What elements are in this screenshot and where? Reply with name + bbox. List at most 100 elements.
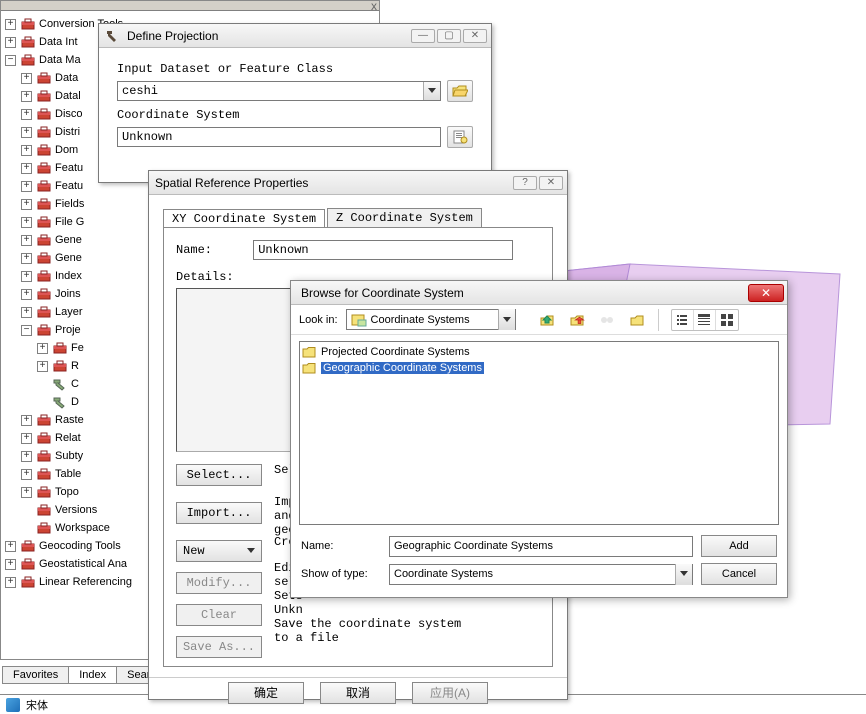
close-button[interactable]: ✕ bbox=[539, 176, 563, 190]
new-folder-icon[interactable] bbox=[626, 309, 648, 331]
expand-toggle[interactable]: + bbox=[21, 109, 32, 120]
chevron-down-icon[interactable] bbox=[675, 564, 692, 585]
hammer-icon bbox=[105, 28, 121, 44]
tree-item-label: Raste bbox=[55, 414, 84, 426]
expand-toggle[interactable]: + bbox=[21, 91, 32, 102]
define-projection-dialog: Define Projection — ▢ ✕ Input Dataset or… bbox=[98, 23, 492, 183]
properties-icon[interactable] bbox=[447, 126, 473, 148]
tree-item-label: Index bbox=[55, 270, 82, 282]
expand-toggle[interactable]: + bbox=[21, 199, 32, 210]
toolbox-icon bbox=[20, 557, 36, 571]
lookin-combo[interactable]: Coordinate Systems bbox=[346, 309, 516, 330]
expand-toggle[interactable]: + bbox=[5, 19, 16, 30]
expand-toggle[interactable]: − bbox=[21, 325, 32, 336]
clear-button: Clear bbox=[176, 604, 262, 626]
import-button[interactable]: Import... bbox=[176, 502, 262, 524]
expand-toggle[interactable]: + bbox=[21, 289, 32, 300]
expand-toggle[interactable]: + bbox=[21, 433, 32, 444]
expand-toggle[interactable]: + bbox=[21, 181, 32, 192]
expand-toggle[interactable]: + bbox=[37, 361, 48, 372]
cancel-button[interactable]: Cancel bbox=[701, 563, 777, 585]
tree-item-label: Fields bbox=[55, 198, 84, 210]
tree-item-label: Joins bbox=[55, 288, 81, 300]
chevron-down-icon[interactable] bbox=[498, 309, 515, 330]
button-column: Select... Import... New Modify... Clear … bbox=[176, 464, 262, 658]
toolbox-icon bbox=[36, 287, 52, 301]
input-dataset-combo[interactable]: ceshi bbox=[117, 81, 441, 101]
tree-item-label: Data Ma bbox=[39, 54, 81, 66]
list-item[interactable]: Projected Coordinate Systems bbox=[302, 344, 776, 360]
expand-toggle[interactable]: + bbox=[21, 73, 32, 84]
toolbox-icon bbox=[36, 521, 52, 535]
file-list: Projected Coordinate Systems Geographic C… bbox=[299, 341, 779, 525]
browse-dialog: Browse for Coordinate System ✕ Look in: … bbox=[290, 280, 788, 598]
minimize-button[interactable]: — bbox=[411, 29, 435, 43]
tab-z-cs[interactable]: Z Coordinate System bbox=[327, 208, 482, 227]
name-input[interactable] bbox=[253, 240, 513, 260]
tree-item-label: Featu bbox=[55, 180, 83, 192]
close-button[interactable]: ✕ bbox=[463, 29, 487, 43]
tree-item-label: Proje bbox=[55, 324, 81, 336]
add-button[interactable]: Add bbox=[701, 535, 777, 557]
toolbox-icon bbox=[36, 467, 52, 481]
tree-item-label: Dom bbox=[55, 144, 78, 156]
modify-button: Modify... bbox=[176, 572, 262, 594]
expand-toggle[interactable]: + bbox=[5, 577, 16, 588]
name-input[interactable] bbox=[389, 536, 693, 557]
coord-system-value[interactable]: Unknown bbox=[117, 127, 441, 147]
expand-toggle[interactable]: + bbox=[21, 145, 32, 156]
close-button[interactable]: ✕ bbox=[748, 284, 784, 302]
maximize-button[interactable]: ▢ bbox=[437, 29, 461, 43]
toolbox-icon bbox=[36, 305, 52, 319]
view-buttons bbox=[671, 309, 739, 331]
new-button[interactable]: New bbox=[176, 540, 262, 562]
showtype-label: Show of type: bbox=[301, 568, 381, 580]
expand-toggle[interactable]: + bbox=[5, 541, 16, 552]
select-button[interactable]: Select... bbox=[176, 464, 262, 486]
tree-item-label: File G bbox=[55, 216, 84, 228]
expand-toggle[interactable]: + bbox=[21, 487, 32, 498]
open-file-icon[interactable] bbox=[447, 80, 473, 102]
expand-toggle[interactable]: + bbox=[5, 559, 16, 570]
view-details-icon[interactable] bbox=[694, 310, 716, 330]
help-saveas: Save the coordinate system to a file bbox=[274, 618, 540, 646]
ok-button[interactable]: 确定 bbox=[228, 682, 304, 704]
expand-toggle[interactable]: − bbox=[5, 55, 16, 66]
toolbox-icon bbox=[36, 89, 52, 103]
tree-item-label: Versions bbox=[55, 504, 97, 516]
toolbox-icon bbox=[52, 341, 68, 355]
expand-toggle[interactable]: + bbox=[21, 163, 32, 174]
tree-item-label: Workspace bbox=[55, 522, 110, 534]
home-icon[interactable] bbox=[566, 309, 588, 331]
list-item-label: Projected Coordinate Systems bbox=[321, 346, 470, 358]
expand-toggle[interactable]: + bbox=[21, 271, 32, 282]
toolbox-icon bbox=[36, 449, 52, 463]
showtype-combo[interactable]: Coordinate Systems bbox=[389, 564, 693, 585]
tab-xy-cs[interactable]: XY Coordinate System bbox=[163, 209, 325, 228]
tree-item-label: D bbox=[71, 396, 79, 408]
expand-toggle[interactable]: + bbox=[21, 415, 32, 426]
expand-toggle[interactable]: + bbox=[21, 451, 32, 462]
tree-item-label: Data Int bbox=[39, 36, 78, 48]
chevron-down-icon[interactable] bbox=[423, 82, 440, 100]
hammer-icon bbox=[52, 395, 68, 409]
tree-item-label: Gene bbox=[55, 234, 82, 246]
view-list-icon[interactable] bbox=[672, 310, 694, 330]
expand-toggle[interactable]: + bbox=[37, 343, 48, 354]
expand-toggle[interactable]: + bbox=[5, 37, 16, 48]
tab-index[interactable]: Index bbox=[68, 666, 117, 684]
up-folder-icon[interactable] bbox=[536, 309, 558, 331]
help-button[interactable]: ? bbox=[513, 176, 537, 190]
tab-favorites[interactable]: Favorites bbox=[2, 666, 69, 684]
expand-toggle[interactable]: + bbox=[21, 307, 32, 318]
expand-toggle[interactable]: + bbox=[21, 217, 32, 228]
expand-toggle[interactable]: + bbox=[21, 469, 32, 480]
view-icons-icon[interactable] bbox=[716, 310, 738, 330]
close-tree-pane[interactable]: x bbox=[371, 0, 377, 13]
expand-toggle[interactable]: + bbox=[21, 127, 32, 138]
expand-toggle[interactable]: + bbox=[21, 235, 32, 246]
expand-toggle[interactable]: + bbox=[21, 253, 32, 264]
cancel-button[interactable]: 取消 bbox=[320, 682, 396, 704]
list-item[interactable]: Geographic Coordinate Systems bbox=[302, 360, 776, 376]
toolbox-icon bbox=[36, 215, 52, 229]
